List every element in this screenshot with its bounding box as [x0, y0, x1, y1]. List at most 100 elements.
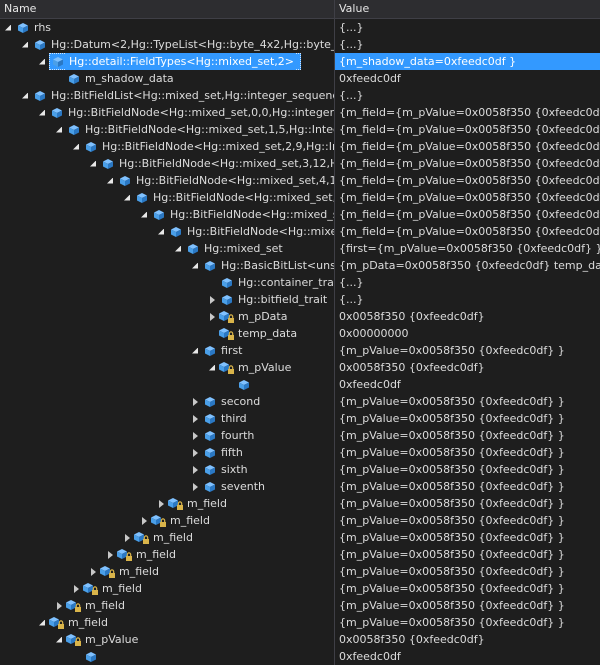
- expanded-triangle-icon[interactable]: [120, 189, 134, 206]
- tree-row[interactable]: m_field {m_pValue=0x0058f350 {0xfeedc0df}…: [0, 546, 600, 563]
- name-cell[interactable]: [0, 648, 335, 665]
- expanded-triangle-icon[interactable]: [52, 631, 66, 648]
- collapsed-triangle-icon[interactable]: [120, 529, 134, 546]
- tree-row[interactable]: m_field {m_pValue=0x0058f350 {0xfeedc0df}…: [0, 563, 600, 580]
- value-cell[interactable]: {m_pValue=0x0058f350 {0xfeedc0df} }: [335, 410, 600, 427]
- name-cell[interactable]: fourth: [0, 427, 335, 444]
- collapsed-triangle-icon[interactable]: [188, 393, 202, 410]
- name-cell[interactable]: Hg::BitFieldNode<Hg::mixed_set,2,9,Hg::I…: [0, 138, 335, 155]
- name-cell[interactable]: Hg::BitFieldList<Hg::mixed_set,Hg::integ…: [0, 87, 335, 104]
- collapsed-triangle-icon[interactable]: [154, 495, 168, 512]
- tree-row[interactable]: m_field {m_pValue=0x0058f350 {0xfeedc0df}…: [0, 495, 600, 512]
- tree-row[interactable]: m_field {m_pValue=0x0058f350 {0xfeedc0df}…: [0, 512, 600, 529]
- collapsed-triangle-icon[interactable]: [188, 444, 202, 461]
- tree-row[interactable]: Hg::BitFieldNode<Hg::mixed_set,4,14, {m_f…: [0, 172, 600, 189]
- value-cell[interactable]: {m_pValue=0x0058f350 {0xfeedc0df} }: [335, 444, 600, 461]
- value-cell[interactable]: {m_pValue=0x0058f350 {0xfeedc0df} }: [335, 546, 600, 563]
- value-cell[interactable]: {m_pValue=0x0058f350 {0xfeedc0df} }: [335, 563, 600, 580]
- expanded-triangle-icon[interactable]: [205, 359, 219, 376]
- name-cell[interactable]: Hg::container_trait: [0, 274, 335, 291]
- collapsed-triangle-icon[interactable]: [137, 512, 151, 529]
- tree-row[interactable]: Hg::BitFieldNode<Hg::mixed_set,3,12,Hg {m…: [0, 155, 600, 172]
- tree-row[interactable]: Hg::BitFieldNode<Hg::mixe {m_field={m_pVa…: [0, 223, 600, 240]
- value-cell[interactable]: {m_pValue=0x0058f350 {0xfeedc0df} }: [335, 495, 600, 512]
- tree-row[interactable]: Hg::BitFieldNode<Hg::mixed_set,5 {m_field…: [0, 189, 600, 206]
- tree-row[interactable]: m_pValue 0x0058f350 {0xfeedc0df}: [0, 359, 600, 376]
- tree-row[interactable]: Hg::mixed_set {first={m_pValue=0x0058f350…: [0, 240, 600, 257]
- name-cell[interactable]: fifth: [0, 444, 335, 461]
- tree-row[interactable]: m_field {m_pValue=0x0058f350 {0xfeedc0df}…: [0, 597, 600, 614]
- tree-row[interactable]: Hg::BitFieldList<Hg::mixed_set,Hg::integ…: [0, 87, 600, 104]
- tree-row[interactable]: Hg::BitFieldNode<Hg::mixed_s {m_field={m_…: [0, 206, 600, 223]
- name-cell[interactable]: third: [0, 410, 335, 427]
- collapsed-triangle-icon[interactable]: [86, 563, 100, 580]
- value-cell[interactable]: {m_pValue=0x0058f350 {0xfeedc0df} }: [335, 580, 600, 597]
- name-cell[interactable]: Hg::BitFieldNode<Hg::mixed_s: [0, 206, 335, 223]
- value-cell[interactable]: 0xfeedc0df: [335, 70, 600, 87]
- tree-row[interactable]: seventh {m_pValue=0x0058f350 {0xfeedc0df}…: [0, 478, 600, 495]
- expanded-triangle-icon[interactable]: [35, 53, 49, 70]
- value-cell[interactable]: {m_shadow_data=0xfeedc0df }: [335, 53, 600, 70]
- value-cell[interactable]: {m_pValue=0x0058f350 {0xfeedc0df} }: [335, 342, 600, 359]
- expanded-triangle-icon[interactable]: [188, 257, 202, 274]
- name-cell[interactable]: Hg::mixed_set: [0, 240, 335, 257]
- value-cell[interactable]: {m_field={m_pValue=0x0058f350 {0xfeedc0d…: [335, 104, 600, 121]
- name-cell[interactable]: Hg::Datum<2,Hg::TypeList<Hg::byte_4x2,Hg…: [0, 36, 335, 53]
- value-cell[interactable]: {m_pValue=0x0058f350 {0xfeedc0df} }: [335, 393, 600, 410]
- tree-row[interactable]: Hg::Datum<2,Hg::TypeList<Hg::byte_4x2,Hg…: [0, 36, 600, 53]
- tree-row[interactable]: m_field {m_pValue=0x0058f350 {0xfeedc0df}…: [0, 529, 600, 546]
- expanded-triangle-icon[interactable]: [1, 19, 15, 36]
- value-cell[interactable]: {m_pValue=0x0058f350 {0xfeedc0df} }: [335, 427, 600, 444]
- collapsed-triangle-icon[interactable]: [188, 461, 202, 478]
- name-cell[interactable]: Hg::BitFieldNode<Hg::mixed_set,5: [0, 189, 335, 206]
- name-cell[interactable]: m_field: [0, 597, 335, 614]
- collapsed-triangle-icon[interactable]: [52, 597, 66, 614]
- value-cell[interactable]: 0xfeedc0df: [335, 376, 600, 393]
- name-cell[interactable]: m_field: [0, 529, 335, 546]
- tree-row[interactable]: 0xfeedc0df: [0, 376, 600, 393]
- tree-row[interactable]: temp_data 0x00000000: [0, 325, 600, 342]
- value-cell[interactable]: {m_pValue=0x0058f350 {0xfeedc0df} }: [335, 614, 600, 631]
- name-cell[interactable]: [0, 376, 335, 393]
- name-cell[interactable]: Hg::BitFieldNode<Hg::mixed_set,0,0,Hg::i…: [0, 104, 335, 121]
- name-cell[interactable]: Hg::detail::FieldTypes<Hg::mixed_set,2>: [0, 53, 335, 70]
- expanded-triangle-icon[interactable]: [188, 342, 202, 359]
- tree-row[interactable]: m_shadow_data 0xfeedc0df: [0, 70, 600, 87]
- value-cell[interactable]: {first={m_pValue=0x0058f350 {0xfeedc0df}…: [335, 240, 600, 257]
- tree-row[interactable]: fifth {m_pValue=0x0058f350 {0xfeedc0df} }: [0, 444, 600, 461]
- value-cell[interactable]: {m_pValue=0x0058f350 {0xfeedc0df} }: [335, 478, 600, 495]
- value-cell[interactable]: 0x00000000: [335, 325, 600, 342]
- value-cell[interactable]: 0x0058f350 {0xfeedc0df}: [335, 631, 600, 648]
- value-cell[interactable]: {m_pValue=0x0058f350 {0xfeedc0df} }: [335, 529, 600, 546]
- tree-row[interactable]: m_pValue 0x0058f350 {0xfeedc0df}: [0, 631, 600, 648]
- value-cell[interactable]: {...}: [335, 274, 600, 291]
- collapsed-triangle-icon[interactable]: [188, 427, 202, 444]
- name-cell[interactable]: m_field: [0, 580, 335, 597]
- tree-row[interactable]: Hg::BitFieldNode<Hg::mixed_set,0,0,Hg::i…: [0, 104, 600, 121]
- tree-row[interactable]: second {m_pValue=0x0058f350 {0xfeedc0df} …: [0, 393, 600, 410]
- name-column-header[interactable]: Name: [0, 0, 335, 18]
- tree-row[interactable]: fourth {m_pValue=0x0058f350 {0xfeedc0df} …: [0, 427, 600, 444]
- value-cell[interactable]: {m_pData=0x0058f350 {0xfeedc0df} temp_da…: [335, 257, 600, 274]
- collapsed-triangle-icon[interactable]: [103, 546, 117, 563]
- name-cell[interactable]: second: [0, 393, 335, 410]
- value-cell[interactable]: {m_field={m_pValue=0x0058f350 {0xfeedc0d…: [335, 121, 600, 138]
- value-cell[interactable]: {...}: [335, 36, 600, 53]
- tree-row[interactable]: sixth {m_pValue=0x0058f350 {0xfeedc0df} }: [0, 461, 600, 478]
- value-cell[interactable]: {m_field={m_pValue=0x0058f350 {0xfeedc0d…: [335, 206, 600, 223]
- tree-row[interactable]: Hg::bitfield_trait {...}: [0, 291, 600, 308]
- value-cell[interactable]: {m_field={m_pValue=0x0058f350 {0xfeedc0d…: [335, 172, 600, 189]
- name-cell[interactable]: first: [0, 342, 335, 359]
- tree-row[interactable]: 0xfeedc0df: [0, 648, 600, 665]
- value-cell[interactable]: 0x0058f350 {0xfeedc0df}: [335, 308, 600, 325]
- collapsed-triangle-icon[interactable]: [69, 580, 83, 597]
- value-cell[interactable]: {m_pValue=0x0058f350 {0xfeedc0df} }: [335, 461, 600, 478]
- name-cell[interactable]: m_shadow_data: [0, 70, 335, 87]
- value-cell[interactable]: {...}: [335, 19, 600, 36]
- name-cell[interactable]: m_field: [0, 495, 335, 512]
- tree-row[interactable]: Hg::BasicBitList<unsig {m_pData=0x0058f35…: [0, 257, 600, 274]
- value-cell[interactable]: {m_field={m_pValue=0x0058f350 {0xfeedc0d…: [335, 223, 600, 240]
- name-cell[interactable]: Hg::BitFieldNode<Hg::mixed_set,3,12,Hg: [0, 155, 335, 172]
- name-cell[interactable]: m_field: [0, 614, 335, 631]
- expanded-triangle-icon[interactable]: [69, 138, 83, 155]
